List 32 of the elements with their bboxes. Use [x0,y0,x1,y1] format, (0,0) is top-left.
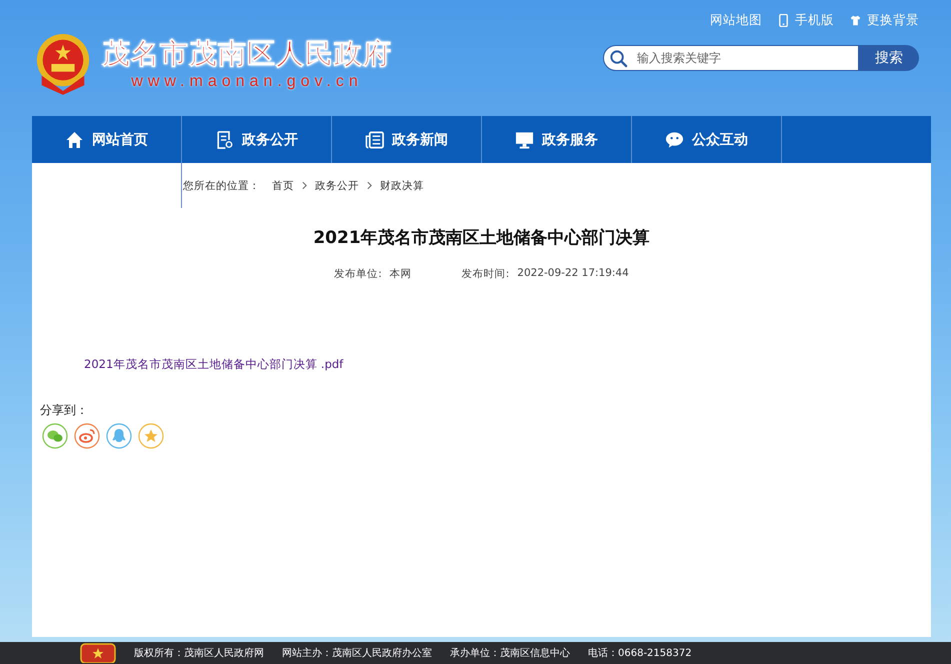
home-icon [65,130,84,148]
breadcrumb-link[interactable]: 财政决算 [380,178,424,192]
search-icon [609,49,628,68]
emblem-icon [80,643,116,663]
emblem-icon [34,31,92,95]
search-button[interactable]: 搜索 [859,45,919,71]
share-label: 分享到： [40,402,89,419]
footer-text: 电话：0668-2158372 [588,646,692,660]
breadcrumb-link[interactable]: 政务公开 [315,178,359,192]
breadcrumb-label: 您所在的位置： [183,178,260,192]
search-field[interactable]: 输入搜索关键字 [603,45,859,71]
attachment-link[interactable]: 2021年茂名市茂南区土地储备中心部门决算 .pdf [84,357,344,372]
footer-text: 网站主办：茂南区人民政府办公室 [282,646,432,660]
chevron-icon [367,181,372,190]
meta-label: 发布单位: [334,267,382,281]
monitor-icon [515,130,534,148]
meta-value: 本网 [390,267,412,281]
footer-text: 版权所有：茂南区人民政府网 [134,646,264,660]
chat-bubble-icon [665,130,684,148]
shirt-icon [850,14,861,27]
footer-text: 承办单位：茂南区信息中心 [450,646,570,660]
document-icon [215,130,234,148]
site-domain: www.maonan.gov.cn [131,73,363,91]
meta-label: 发布时间: [462,267,510,281]
breadcrumb-link[interactable]: 首页 [272,178,294,192]
article-title: 2021年茂名市茂南区土地储备中心部门决算 [312,227,651,249]
star-share-icon[interactable] [138,423,164,449]
meta-value: 2022-09-22 17:19:44 [517,267,629,281]
newspaper-icon [365,130,384,148]
site-title: 茂名市茂南区人民政府 [102,36,392,72]
phone-icon [778,14,789,27]
chevron-icon [302,181,307,190]
